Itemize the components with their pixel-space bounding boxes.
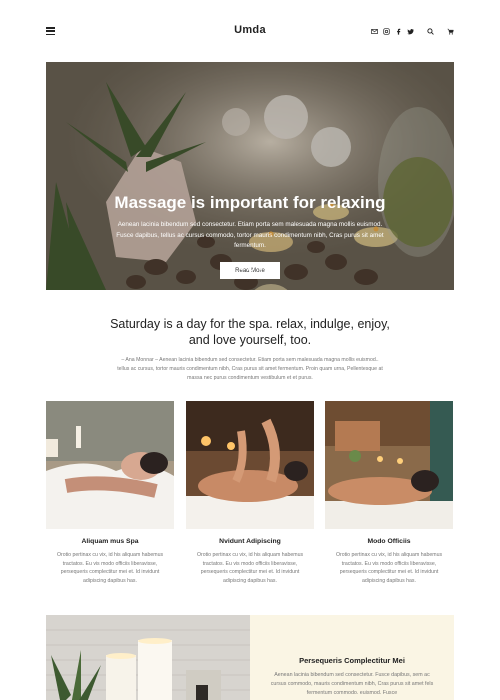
feature-section: Persequeris Complectitur Mei Aenean laci… xyxy=(46,615,454,700)
search-icon[interactable] xyxy=(424,25,436,37)
slider-dot-3[interactable] xyxy=(259,266,262,270)
feature-text: Aenean lacinia bibendum sed consectetur.… xyxy=(270,672,434,696)
service-card-title[interactable]: Nvidunt Adipiscing xyxy=(186,538,314,545)
service-card-image[interactable] xyxy=(186,401,314,529)
instagram-icon[interactable] xyxy=(380,25,392,37)
intro-heading: Saturday is a day for the spa. relax, in… xyxy=(110,317,390,347)
feature-title: Persequeris Complectitur Mei xyxy=(299,656,405,665)
hero-title: Massage is important for relaxing xyxy=(114,193,386,212)
slider-dot-2[interactable] xyxy=(248,265,254,271)
service-card-image[interactable] xyxy=(325,401,453,529)
service-card-text: Orotio pertinax cu vix, id his aliquam h… xyxy=(196,552,304,584)
hero-slider: Massage is important for relaxing Aenean… xyxy=(46,62,454,290)
email-icon[interactable] xyxy=(368,25,380,37)
facebook-icon[interactable] xyxy=(392,25,404,37)
service-card-title[interactable]: Modo Officiis xyxy=(325,538,453,545)
slider-pagination xyxy=(240,265,262,271)
feature-image xyxy=(46,615,250,700)
twitter-icon[interactable] xyxy=(404,25,416,37)
slider-dot-1[interactable] xyxy=(240,266,243,270)
service-card-text: Orotio pertinax cu vix, id his aliquam h… xyxy=(56,552,164,584)
hero-overlay xyxy=(46,62,454,290)
cart-icon[interactable] xyxy=(444,25,456,37)
service-card-title[interactable]: Aliquam mus Spa xyxy=(46,538,174,545)
service-card[interactable]: Nvidunt Adipiscing Orotio pertinax cu vi… xyxy=(186,401,314,585)
site-header: Umda xyxy=(0,0,500,62)
service-card[interactable]: Aliquam mus Spa Orotio pertinax cu vix, … xyxy=(46,401,174,585)
intro-text: – Ana Monnar – Aenean lacinia bibendum s… xyxy=(117,357,383,381)
service-card-text: Orotio pertinax cu vix, id his aliquam h… xyxy=(335,552,443,584)
service-card-image[interactable] xyxy=(46,401,174,529)
header-icons xyxy=(368,25,456,37)
service-card[interactable]: Modo Officiis Orotio pertinax cu vix, id… xyxy=(325,401,453,585)
hero-text: Aenean lacinia bibendum sed consectetur.… xyxy=(116,221,384,249)
